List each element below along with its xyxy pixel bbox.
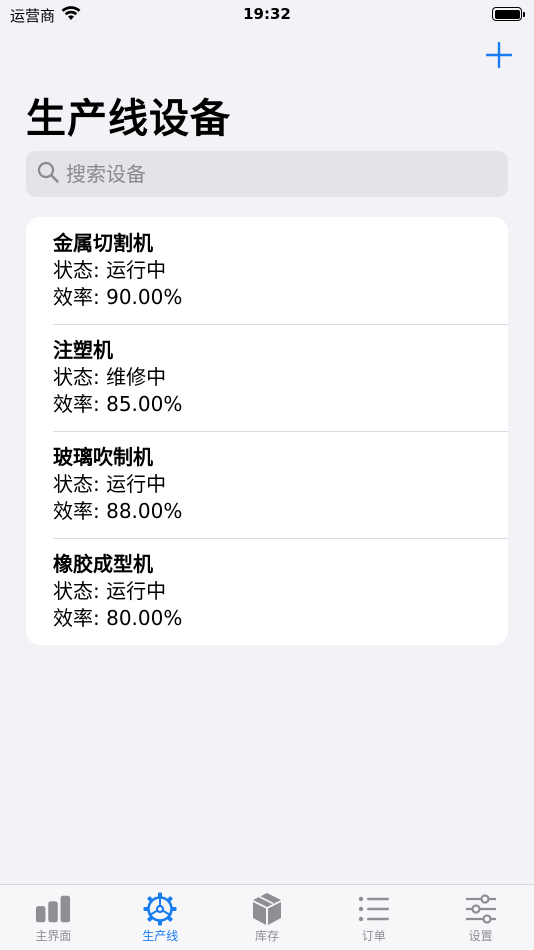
tab-inventory[interactable]: 库存 bbox=[214, 885, 321, 950]
status-bar: 运营商 19:32 bbox=[0, 0, 534, 30]
plus-icon bbox=[486, 42, 512, 68]
gear-icon bbox=[142, 892, 178, 926]
equipment-efficiency: 效率: 88.00% bbox=[53, 499, 183, 523]
tab-home[interactable]: 主界面 bbox=[0, 885, 107, 950]
equipment-list: 金属切割机 状态: 运行中 效率: 90.00% 注塑机 状态: 维修中 效率:… bbox=[26, 217, 508, 645]
add-equipment-button[interactable] bbox=[482, 38, 516, 72]
equipment-name: 金属切割机 bbox=[53, 231, 153, 255]
search-icon bbox=[36, 160, 60, 188]
battery-icon bbox=[492, 7, 525, 21]
tab-orders[interactable]: 订单 bbox=[320, 885, 427, 950]
equipment-name: 橡胶成型机 bbox=[53, 552, 153, 576]
tab-label: 生产线 bbox=[142, 929, 179, 943]
battery-level bbox=[494, 9, 520, 19]
page-title: 生产线设备 bbox=[26, 96, 231, 142]
equipment-status: 状态: 运行中 bbox=[53, 258, 167, 282]
tab-production-line[interactable]: 生产线 bbox=[107, 885, 214, 950]
equipment-efficiency: 效率: 90.00% bbox=[53, 285, 183, 309]
equipment-status: 状态: 维修中 bbox=[53, 365, 167, 389]
equipment-status: 状态: 运行中 bbox=[53, 472, 167, 496]
list-item[interactable]: 注塑机 状态: 维修中 效率: 85.00% bbox=[26, 324, 508, 431]
list-item[interactable]: 橡胶成型机 状态: 运行中 效率: 80.00% bbox=[26, 538, 508, 645]
list-item[interactable]: 金属切割机 状态: 运行中 效率: 90.00% bbox=[26, 217, 508, 324]
equipment-name: 注塑机 bbox=[53, 338, 113, 362]
list-icon bbox=[356, 892, 392, 926]
equipment-efficiency: 效率: 80.00% bbox=[53, 606, 183, 630]
tab-settings[interactable]: 设置 bbox=[427, 885, 534, 950]
clock: 19:32 bbox=[243, 5, 291, 23]
list-item[interactable]: 玻璃吹制机 状态: 运行中 效率: 88.00% bbox=[26, 431, 508, 538]
bar-chart-icon bbox=[35, 892, 71, 926]
search-input[interactable] bbox=[66, 151, 508, 197]
equipment-status: 状态: 运行中 bbox=[53, 579, 167, 603]
tab-label: 设置 bbox=[468, 929, 493, 943]
equipment-name: 玻璃吹制机 bbox=[53, 445, 153, 469]
search-bar[interactable] bbox=[26, 151, 508, 197]
tab-bar: 主界面 生产线 库存 订单 设置 bbox=[0, 884, 534, 950]
tab-label: 主界面 bbox=[35, 929, 72, 943]
box-icon bbox=[249, 892, 285, 926]
sliders-icon bbox=[463, 892, 499, 926]
equipment-efficiency: 效率: 85.00% bbox=[53, 392, 183, 416]
tab-label: 库存 bbox=[254, 929, 279, 943]
tab-label: 订单 bbox=[361, 929, 386, 943]
